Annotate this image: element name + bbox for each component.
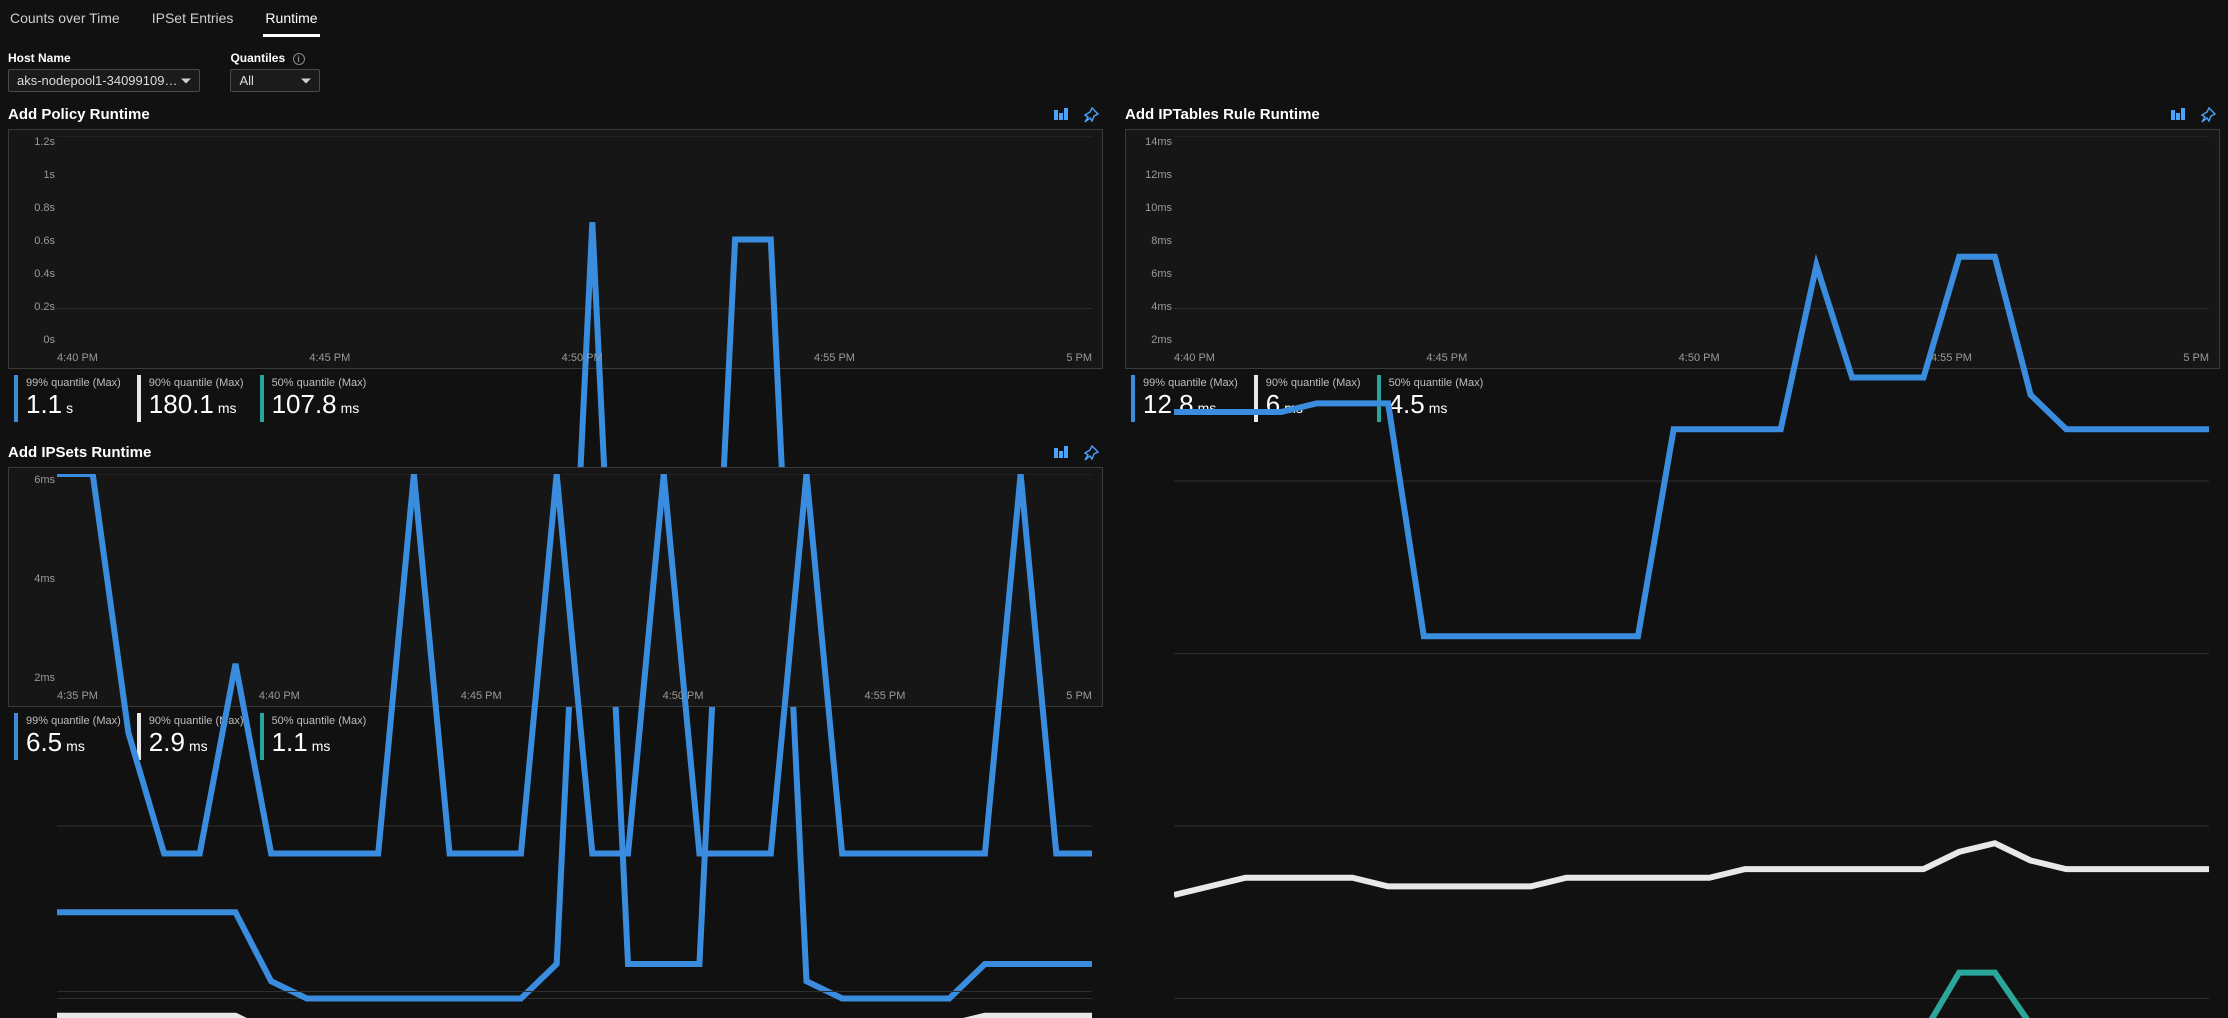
y-tick: 0s [15,334,55,346]
quantiles-label: Quantiles i [230,51,320,65]
x-tick: 4:50 PM [1679,352,1720,364]
y-tick: 14ms [1132,136,1172,148]
x-tick: 4:40 PM [1174,352,1215,364]
panel-actions [2170,107,2216,123]
tab-bar: Counts over Time IPSet Entries Runtime [0,0,2228,37]
y-axis-ticks: 6ms 4ms 2ms [15,474,55,684]
x-axis-ticks: 4:40 PM 4:45 PM 4:50 PM 4:55 PM 5 PM [1174,352,2209,364]
x-axis-ticks: 4:40 PM 4:45 PM 4:50 PM 4:55 PM 5 PM [57,352,1092,364]
filter-host-name: Host Name aks-nodepool1-34099109… [8,51,200,92]
y-tick: 10ms [1132,202,1172,214]
x-tick: 4:45 PM [309,352,350,364]
y-tick: 6ms [1132,268,1172,280]
filter-bar: Host Name aks-nodepool1-34099109… Quanti… [0,37,2228,100]
panel-title: Add IPTables Rule Runtime [1125,106,1320,123]
quantiles-value: All [239,73,253,88]
y-tick: 0.4s [15,268,55,280]
y-tick: 2ms [15,672,55,684]
x-tick: 4:55 PM [814,352,855,364]
host-name-select[interactable]: aks-nodepool1-34099109… [8,69,200,92]
x-tick: 4:40 PM [259,690,300,702]
x-tick: 5 PM [2183,352,2209,364]
y-tick: 6ms [15,474,55,486]
tab-ipset-entries[interactable]: IPSet Entries [150,6,236,37]
chart-add-ipsets[interactable]: 6ms4ms2ms 4:35 PM4:40 PM4:45 PM4:50 PM4:… [8,467,1103,707]
tab-counts-over-time[interactable]: Counts over Time [8,6,122,37]
x-tick: 5 PM [1066,690,1092,702]
logs-icon[interactable] [2170,107,2186,123]
pin-icon[interactable] [2200,107,2216,123]
y-axis-ticks: 14ms 12ms 10ms 8ms 6ms 4ms 2ms [1132,136,1172,346]
panel-add-iptables-runtime: Add IPTables Rule Runtime 14ms 12ms 10ms 8m… [1125,106,2220,422]
y-tick: 1s [15,169,55,181]
quantiles-label-text: Quantiles [230,51,285,65]
quantiles-select[interactable]: All [230,69,320,92]
filter-quantiles: Quantiles i All [230,51,320,92]
x-tick: 4:55 PM [864,690,905,702]
chart-plot [1174,136,2209,1018]
panel-header: Add Policy Runtime [8,106,1103,129]
panel-add-ipsets-runtime: Add IPSets Runtime 6ms4ms2ms 4:35 PM4:40… [8,444,1103,760]
x-tick: 4:55 PM [1931,352,1972,364]
chart-add-iptables[interactable]: 14ms12ms10ms8ms6ms4ms2ms 4:40 PM4:45 PM4… [1125,129,2220,369]
x-axis-ticks: 4:35 PM 4:40 PM 4:45 PM 4:50 PM 4:55 PM 5 PM [57,690,1092,702]
chart-plot [57,474,1092,1018]
panel-title: Add Policy Runtime [8,106,150,123]
y-tick: 1.2s [15,136,55,148]
panel-actions [1053,107,1099,123]
tab-runtime[interactable]: Runtime [263,6,319,37]
chart-add-policy[interactable]: 1.2s1s0.8s0.6s0.4s0.2s0s 4:40 PM4:45 PM4… [8,129,1103,369]
x-tick: 4:35 PM [57,690,98,702]
y-tick: 2ms [1132,334,1172,346]
y-tick: 0.2s [15,301,55,313]
x-tick: 4:40 PM [57,352,98,364]
panel-add-policy-runtime: Add Policy Runtime 1.2s 1s 0.8s 0.6s 0.4s 0.2… [8,106,1103,422]
series-line [1174,973,2209,1018]
info-icon[interactable]: i [293,53,305,65]
x-tick: 4:50 PM [562,352,603,364]
pin-icon[interactable] [1083,107,1099,123]
y-tick: 4ms [15,573,55,585]
x-tick: 5 PM [1066,352,1092,364]
series-line [1174,843,2209,895]
y-tick: 0.8s [15,202,55,214]
y-tick: 8ms [1132,235,1172,247]
x-tick: 4:45 PM [1426,352,1467,364]
host-name-value: aks-nodepool1-34099109… [17,73,177,88]
series-line [57,474,1092,854]
y-tick: 4ms [1132,301,1172,313]
series-line [1174,257,2209,637]
y-tick: 12ms [1132,169,1172,181]
panel-header: Add IPTables Rule Runtime [1125,106,2220,129]
x-tick: 4:45 PM [461,690,502,702]
y-axis-ticks: 1.2s 1s 0.8s 0.6s 0.4s 0.2s 0s [15,136,55,346]
dashboard-grid: Add Policy Runtime 1.2s 1s 0.8s 0.6s 0.4s 0.2… [0,100,2228,768]
logs-icon[interactable] [1053,107,1069,123]
x-tick: 4:50 PM [663,690,704,702]
y-tick: 0.6s [15,235,55,247]
host-name-label: Host Name [8,51,200,65]
